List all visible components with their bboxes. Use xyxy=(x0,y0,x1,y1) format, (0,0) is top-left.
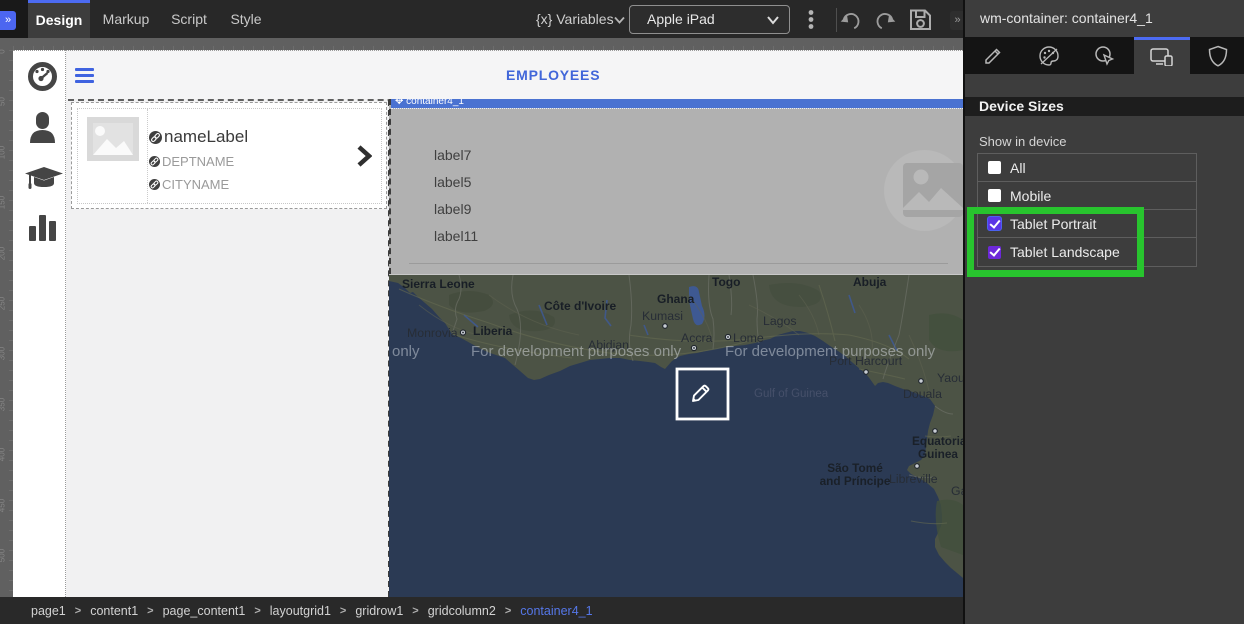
svg-text:and Príncipe: and Príncipe xyxy=(820,474,891,488)
svg-text:Monrovia: Monrovia xyxy=(407,326,458,340)
svg-text:For development purposes only: For development purposes only xyxy=(725,343,936,360)
svg-text:Yaou: Yaou xyxy=(937,371,963,385)
svg-text:only: only xyxy=(392,343,420,360)
svg-text:Equatoria: Equatoria xyxy=(912,434,963,448)
svg-text:Gulf of Guinea: Gulf of Guinea xyxy=(754,388,829,400)
svg-text:Ghana: Ghana xyxy=(657,292,695,306)
svg-text:Ga: Ga xyxy=(951,484,963,498)
svg-text:Libreville: Libreville xyxy=(889,472,938,486)
svg-text:Liberia: Liberia xyxy=(473,324,513,338)
svg-text:Sierra Leone: Sierra Leone xyxy=(402,277,475,291)
svg-text:São Tomé: São Tomé xyxy=(827,461,883,475)
svg-text:Abuja: Abuja xyxy=(853,275,887,289)
svg-text:Accra: Accra xyxy=(681,331,713,345)
svg-text:Côte d'Ivoire: Côte d'Ivoire xyxy=(544,299,617,313)
svg-text:For development purposes only: For development purposes only xyxy=(471,343,682,360)
svg-text:Guinea: Guinea xyxy=(918,447,958,461)
svg-text:Togo: Togo xyxy=(712,275,740,289)
svg-text:Lagos: Lagos xyxy=(763,314,797,328)
svg-text:Kumasi: Kumasi xyxy=(642,309,683,323)
svg-text:Douala: Douala xyxy=(903,387,942,401)
